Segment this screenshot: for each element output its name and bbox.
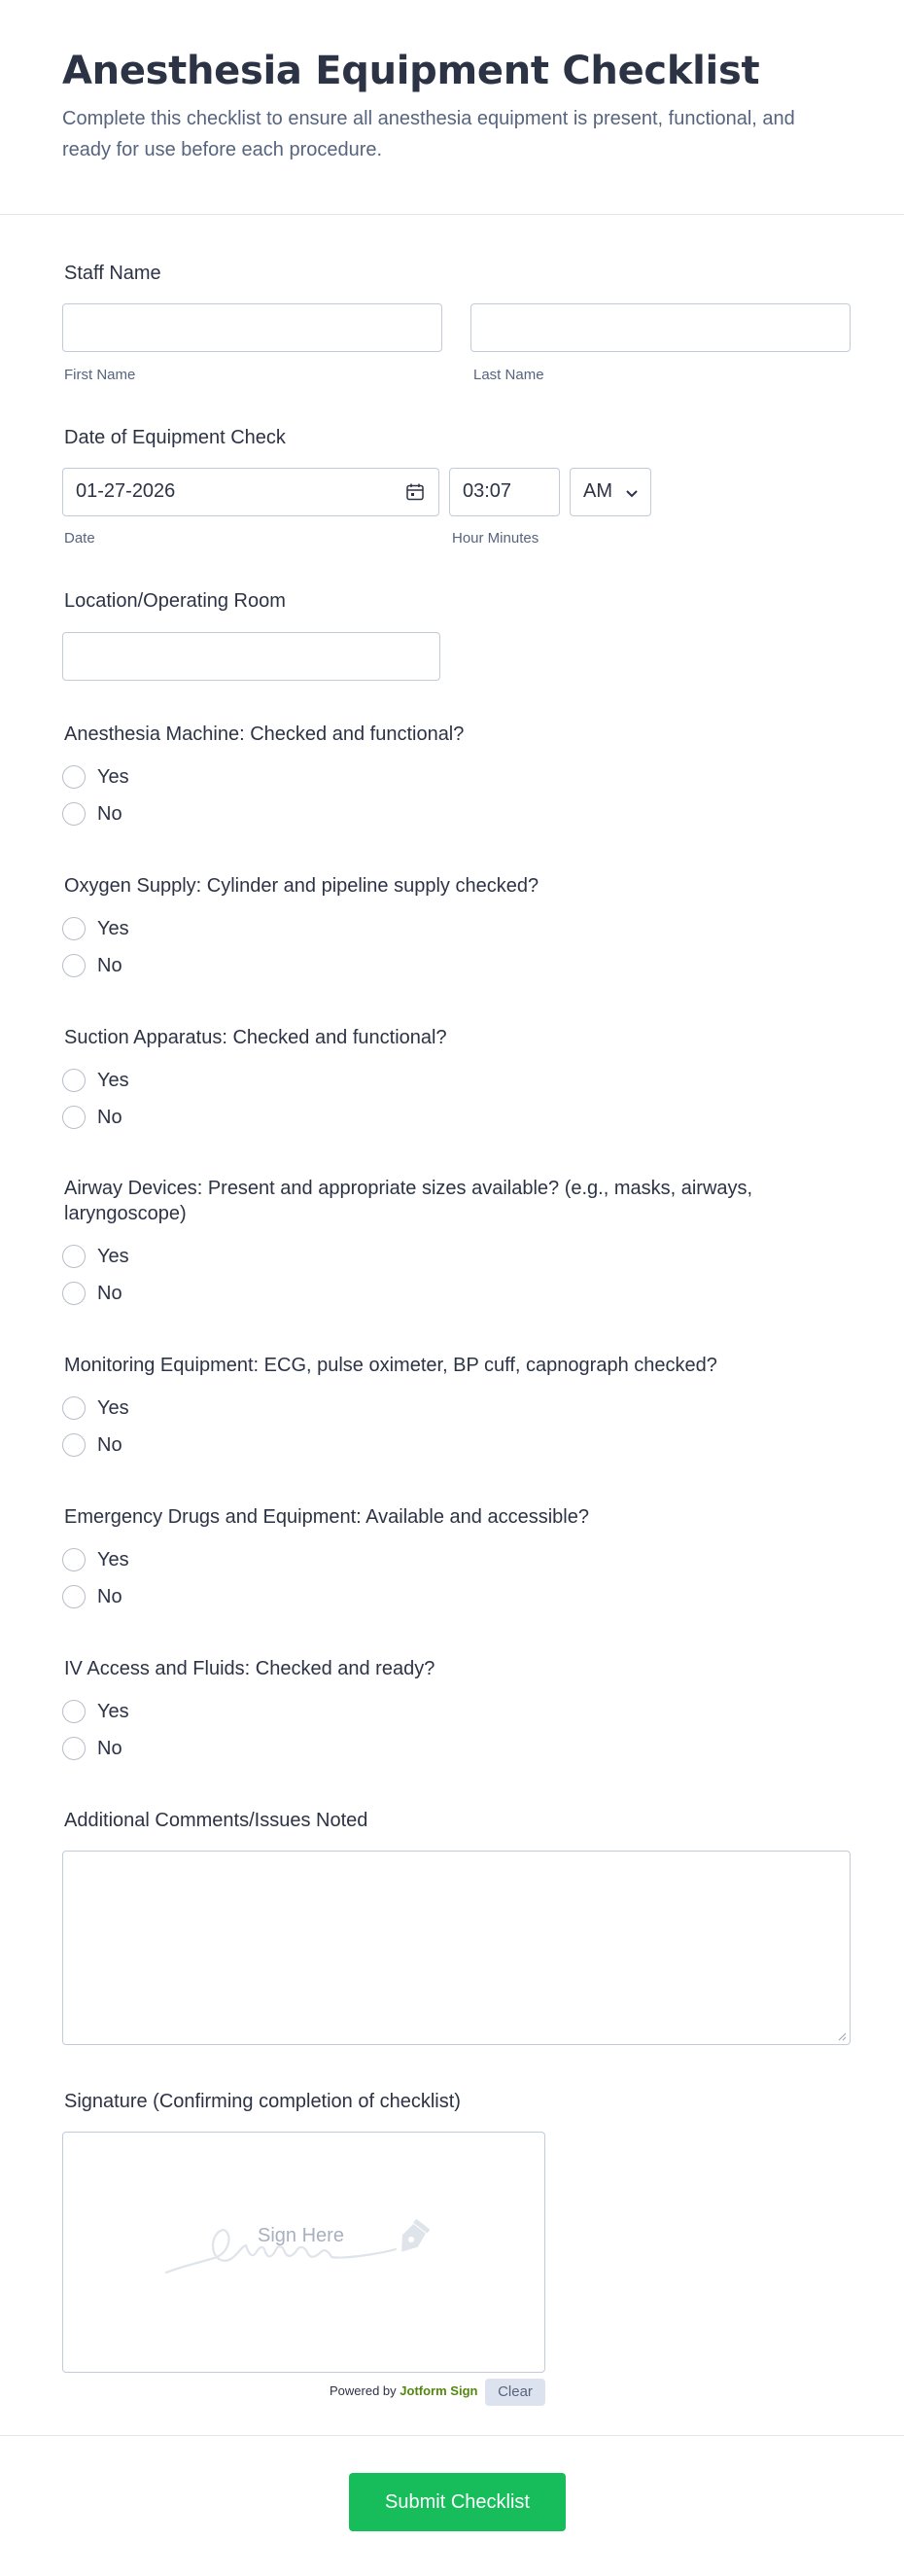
radio-option-no[interactable]: No	[62, 800, 122, 828]
question-suction-apparatus: Suction Apparatus: Checked and functiona…	[64, 1027, 447, 1048]
date-input[interactable]: 01-27-2026	[62, 468, 439, 516]
calendar-icon[interactable]	[405, 482, 425, 502]
submit-button[interactable]: Submit Checklist	[349, 2473, 566, 2531]
radio-option-yes[interactable]: Yes	[62, 1698, 129, 1725]
radio-circle[interactable]	[62, 1585, 86, 1608]
staff-name-label: Staff Name	[64, 263, 161, 284]
radio-option-yes[interactable]: Yes	[62, 915, 129, 942]
radio-circle[interactable]	[62, 1396, 86, 1420]
radio-option-yes[interactable]: Yes	[62, 1067, 129, 1094]
radio-circle[interactable]	[62, 765, 86, 789]
radio-option-yes[interactable]: Yes	[62, 763, 129, 791]
radio-option-yes[interactable]: Yes	[62, 1394, 129, 1422]
resize-handle-icon[interactable]	[837, 2031, 847, 2041]
chevron-down-icon	[625, 486, 639, 504]
radio-circle[interactable]	[62, 1548, 86, 1571]
jotform-sign-brand: Jotform Sign	[400, 2383, 478, 2398]
time-sublabel: Hour Minutes	[452, 530, 539, 547]
date-value: 01-27-2026	[76, 480, 176, 502]
last-name-input[interactable]	[470, 303, 851, 352]
radio-circle[interactable]	[62, 1282, 86, 1305]
question-airway-devices: Airway Devices: Present and appropriate …	[64, 1178, 753, 1199]
sign-here-placeholder: Sign Here	[258, 2225, 344, 2246]
radio-option-no[interactable]: No	[62, 952, 122, 979]
radio-option-no[interactable]: No	[62, 1431, 122, 1459]
radio-circle[interactable]	[62, 802, 86, 826]
radio-circle[interactable]	[62, 1245, 86, 1268]
first-name-input[interactable]	[62, 303, 442, 352]
powered-by-text: Powered by Jotform Sign	[330, 2383, 478, 2398]
radio-option-yes[interactable]: Yes	[62, 1546, 129, 1573]
ampm-value: AM	[583, 480, 612, 502]
radio-circle[interactable]	[62, 954, 86, 977]
comments-textarea[interactable]	[62, 1851, 851, 2045]
ampm-select[interactable]: AM	[570, 468, 651, 516]
radio-option-no[interactable]: No	[62, 1104, 122, 1131]
radio-circle[interactable]	[62, 917, 86, 940]
location-input[interactable]	[62, 632, 440, 681]
form-title: Anesthesia Equipment Checklist	[62, 49, 760, 93]
question-airway-devices-cont: laryngoscope)	[64, 1203, 187, 1224]
radio-circle[interactable]	[62, 1737, 86, 1760]
time-value: 03:07	[463, 480, 512, 502]
radio-circle[interactable]	[62, 1069, 86, 1092]
radio-option-no[interactable]: No	[62, 1583, 122, 1610]
radio-circle[interactable]	[62, 1106, 86, 1129]
first-name-sublabel: First Name	[64, 367, 136, 383]
form-description: Complete this checklist to ensure all an…	[62, 108, 795, 160]
radio-option-yes[interactable]: Yes	[62, 1243, 129, 1270]
question-anesthesia-machine: Anesthesia Machine: Checked and function…	[64, 723, 465, 745]
question-oxygen-supply: Oxygen Supply: Cylinder and pipeline sup…	[64, 875, 539, 897]
date-check-label: Date of Equipment Check	[64, 427, 286, 448]
radio-option-no[interactable]: No	[62, 1280, 122, 1307]
clear-signature-button[interactable]: Clear	[485, 2379, 545, 2406]
signature-label: Signature (Confirming completion of chec…	[64, 2091, 461, 2112]
location-label: Location/Operating Room	[64, 590, 286, 612]
radio-option-no[interactable]: No	[62, 1735, 122, 1762]
question-iv-access: IV Access and Fluids: Checked and ready?	[64, 1658, 435, 1679]
question-monitoring-equipment: Monitoring Equipment: ECG, pulse oximete…	[64, 1355, 717, 1376]
radio-circle[interactable]	[62, 1700, 86, 1723]
radio-circle[interactable]	[62, 1433, 86, 1457]
signature-scribble-icon	[164, 2219, 431, 2275]
question-emergency-drugs: Emergency Drugs and Equipment: Available…	[64, 1506, 589, 1528]
form-header: Anesthesia Equipment Checklist Complete …	[0, 0, 904, 215]
time-input[interactable]: 03:07	[449, 468, 560, 516]
last-name-sublabel: Last Name	[473, 367, 544, 383]
comments-label: Additional Comments/Issues Noted	[64, 1810, 368, 1831]
date-sublabel: Date	[64, 530, 95, 547]
signature-pad[interactable]: Sign Here	[62, 2132, 545, 2373]
